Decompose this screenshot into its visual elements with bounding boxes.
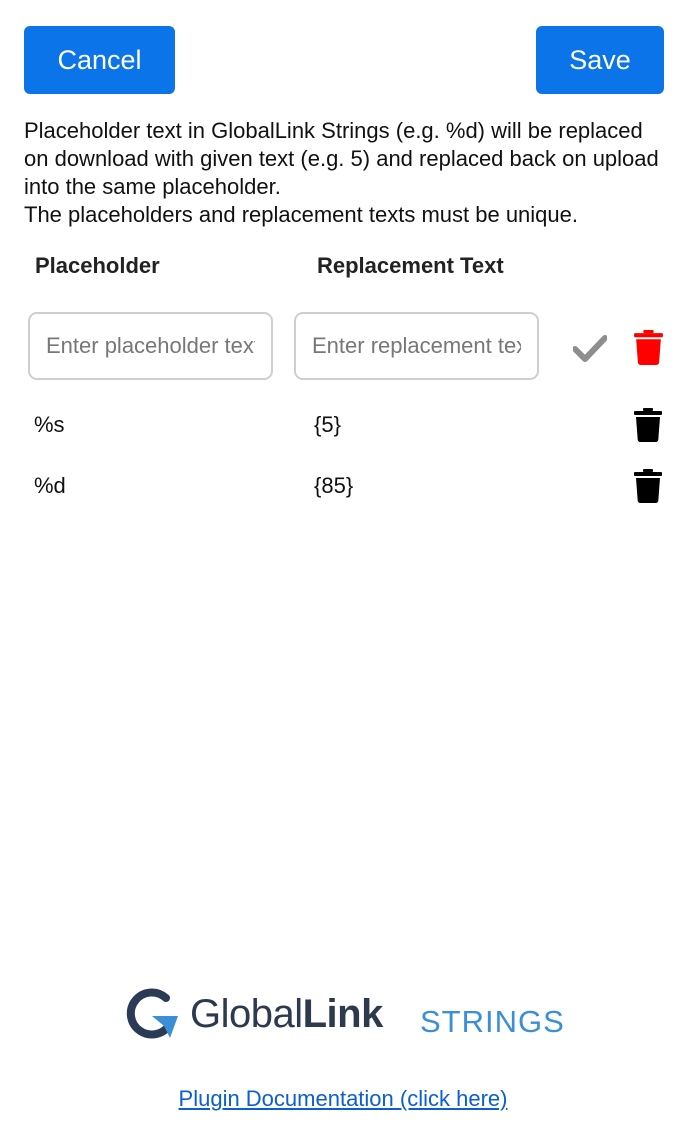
plugin-documentation-link[interactable]: Plugin Documentation (click here) bbox=[0, 1086, 686, 1112]
placeholder-column-header: Placeholder bbox=[35, 253, 160, 278]
save-button[interactable]: Save bbox=[536, 26, 664, 94]
replacement-input[interactable] bbox=[294, 312, 539, 380]
trash-icon[interactable] bbox=[634, 330, 663, 365]
replacement-cell: {5} bbox=[314, 412, 341, 437]
replacement-column-header: Replacement Text bbox=[317, 253, 504, 278]
trash-icon[interactable] bbox=[634, 408, 662, 442]
placeholder-cell: %d bbox=[34, 473, 66, 498]
instructions-text: Placeholder text in GlobalLink Strings (… bbox=[24, 117, 669, 229]
placeholder-cell: %s bbox=[34, 412, 65, 437]
replacement-cell: {85} bbox=[314, 473, 354, 498]
trash-icon[interactable] bbox=[634, 469, 662, 503]
logo-product-name: STRINGS bbox=[420, 1004, 565, 1039]
globallink-strings-logo: GlobalLink STRINGS bbox=[126, 988, 566, 1048]
logo-wordmark: GlobalLink bbox=[190, 992, 383, 1036]
check-icon[interactable] bbox=[573, 334, 607, 362]
placeholder-input[interactable] bbox=[28, 312, 273, 380]
instructions-line: The placeholders and replacement texts m… bbox=[24, 202, 578, 227]
globallink-logo-icon bbox=[126, 988, 178, 1039]
cancel-button[interactable]: Cancel bbox=[24, 26, 175, 94]
instructions-line: Placeholder text in GlobalLink Strings (… bbox=[24, 118, 659, 199]
